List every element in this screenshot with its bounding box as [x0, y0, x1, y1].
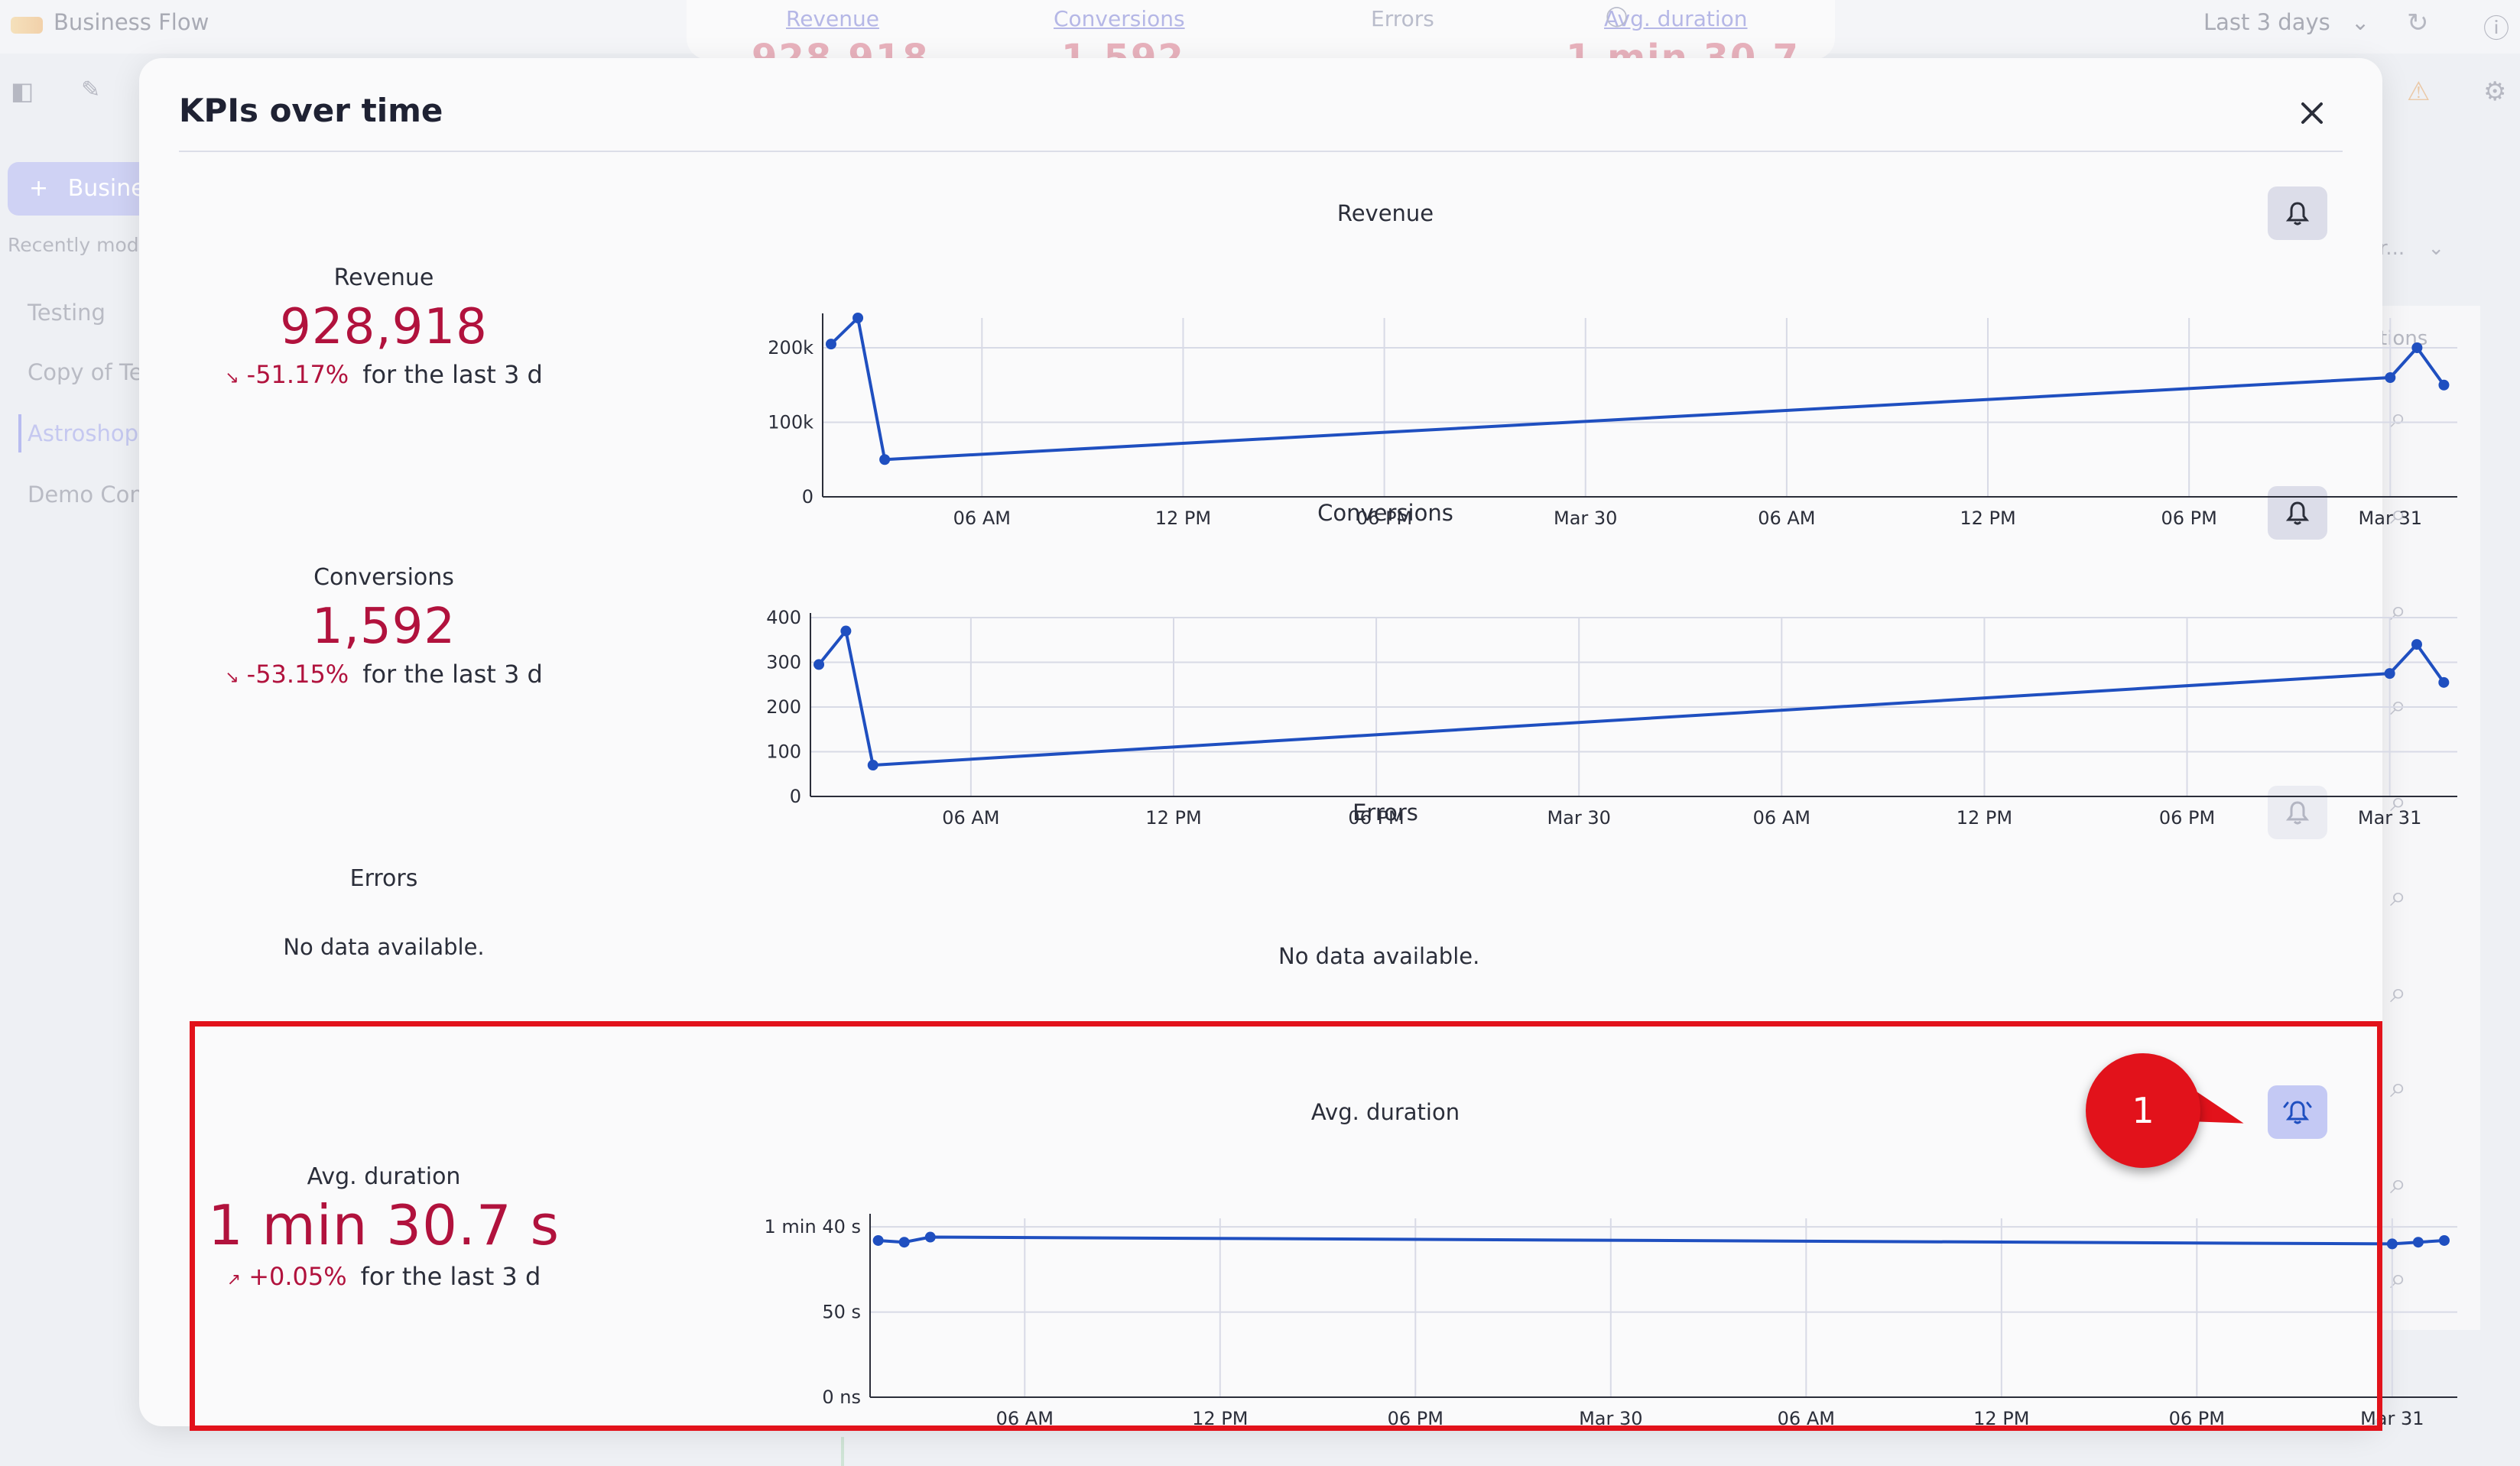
x-tick-label: 12 PM	[1155, 508, 1211, 529]
data-point[interactable]	[2412, 1237, 2424, 1248]
data-point[interactable]	[852, 313, 864, 323]
bell-icon	[2285, 202, 2310, 225]
top-kpi-errors-label[interactable]: Errors	[1371, 6, 1434, 31]
search-icon[interactable]: ⌕	[2390, 1070, 2406, 1104]
arrow-down-right-icon: ↘	[225, 368, 239, 388]
y-tick-label: 100	[766, 741, 801, 763]
errors-chart-no-data: No data available.	[1278, 943, 1480, 969]
kpi-value: 928,918	[280, 299, 488, 355]
kpi-value: 1,592	[311, 598, 456, 655]
edit-icon[interactable]: ✎	[81, 76, 100, 103]
y-tick-label: 300	[766, 652, 801, 673]
y-tick-label: 0	[802, 486, 813, 508]
kpi-change-suffix: for the last 3 d	[362, 360, 543, 389]
chart-title-revenue: Revenue	[1336, 200, 1434, 226]
data-point[interactable]	[2411, 342, 2423, 353]
gear-icon[interactable]: ⚙	[2483, 76, 2506, 107]
x-tick-label: 06 PM	[1356, 508, 1412, 529]
kpi-change: ↘ -51.17% for the last 3 d	[139, 360, 628, 389]
app-title: Business Flow	[54, 9, 209, 35]
x-tick-label: 06 AM	[1753, 807, 1810, 829]
search-icon[interactable]: ⌕	[2390, 879, 2406, 913]
data-point[interactable]	[867, 760, 878, 771]
y-tick-label: 400	[766, 607, 801, 628]
y-tick-label: 200k	[768, 337, 813, 358]
x-tick-label: 12 PM	[1960, 508, 2015, 529]
data-point[interactable]	[2438, 1234, 2450, 1246]
sidebar-item-demo[interactable]: Demo Cont	[28, 482, 152, 508]
top-kpi-revenue-label[interactable]: Revenue	[786, 6, 879, 31]
y-tick-label: 100k	[768, 412, 813, 433]
header-divider	[179, 151, 2343, 152]
x-tick-label: Mar 31	[2358, 807, 2421, 829]
y-tick-label: 0	[790, 786, 801, 807]
kpi-errors: Errors	[139, 865, 628, 892]
arrow-down-right-icon: ↘	[225, 668, 239, 687]
annotation-highlight-box	[190, 1021, 2382, 1431]
close-icon	[2301, 102, 2323, 124]
x-tick-label: 06 PM	[2161, 508, 2216, 529]
check-circle-icon: ◯	[1606, 5, 1629, 28]
kpi-name: Revenue	[333, 264, 434, 291]
data-point[interactable]	[825, 339, 836, 350]
data-point[interactable]	[2384, 668, 2395, 679]
kpi-change-percent: -53.15%	[246, 660, 349, 689]
close-button[interactable]	[2292, 93, 2332, 133]
data-point[interactable]	[2438, 676, 2450, 688]
kpi-name: Errors	[349, 865, 418, 892]
time-range-label: Last 3 days	[2203, 9, 2330, 35]
x-tick-label: 06 PM	[1348, 807, 1404, 829]
refresh-icon[interactable]: ↻	[2407, 8, 2429, 38]
x-tick-label: 06 AM	[942, 807, 999, 829]
sidebar-toggle-icon[interactable]: ◧	[11, 76, 34, 105]
plus-icon: +	[29, 175, 49, 202]
sidebar-item-testing[interactable]: Testing	[28, 300, 106, 326]
help-icon[interactable]: ⓘ	[2483, 8, 2509, 45]
data-point[interactable]	[2438, 379, 2450, 391]
data-point[interactable]	[2385, 372, 2396, 383]
sidebar-item-copy[interactable]: Copy of Te	[28, 359, 143, 385]
alert-button-revenue[interactable]	[2268, 186, 2327, 240]
warning-icon[interactable]: ⚠	[2407, 76, 2430, 107]
series-line	[830, 316, 2446, 462]
y-tick-label: 200	[766, 696, 801, 718]
kpi-errors-no-data: No data available.	[283, 934, 485, 960]
top-kpi-conversions-label[interactable]: Conversions	[1054, 6, 1185, 31]
new-business-flow-label: Busine	[67, 175, 145, 202]
kpi-change: ↘ -53.15% for the last 3 d	[139, 660, 628, 689]
kpi-change-suffix: for the last 3 d	[362, 660, 543, 689]
time-range-select[interactable]: Last 3 days ⌄	[2203, 9, 2369, 35]
data-point[interactable]	[840, 625, 852, 637]
annotation-callout: 1	[2086, 1053, 2200, 1168]
app-logo	[11, 17, 43, 34]
data-point[interactable]	[813, 659, 825, 670]
x-tick-label: 06 AM	[1758, 508, 1815, 529]
kpi-conversions: Conversions 1,592 ↘ -53.15% for the last 3…	[139, 564, 628, 689]
data-point[interactable]	[2411, 639, 2422, 650]
x-tick-label: 12 PM	[1145, 807, 1201, 829]
recently-modified-label: Recently modif	[8, 234, 151, 256]
x-tick-label: Mar 30	[1554, 508, 1617, 529]
sidebar-active-indicator	[18, 414, 21, 452]
data-point[interactable]	[2386, 1238, 2398, 1250]
x-tick-label: Mar 31	[2359, 508, 2422, 529]
revenue-chart: 06 AM 12 PM 06 PM Mar 30 06 AM 12 PM 06 PM Mar …	[768, 313, 2457, 529]
kpi-revenue: Revenue 928,918 ↘ -51.17% for the last 3 d	[139, 264, 628, 389]
x-tick-label: 12 PM	[1957, 807, 2012, 829]
x-tick-label: Mar 30	[1547, 807, 1610, 829]
conversions-chart: 06 AM 12 PM 06 PM Mar 30 06 AM 12 PM 06 PM Mar …	[766, 607, 2457, 829]
x-tick-label: 06 AM	[953, 508, 1011, 529]
kpi-name: Conversions	[313, 564, 454, 591]
series-line	[817, 629, 2445, 767]
chevron-down-icon: ⌄	[2350, 9, 2370, 35]
data-point[interactable]	[879, 454, 891, 465]
x-tick-label: 06 PM	[2159, 807, 2215, 829]
modal-title: KPIs over time	[179, 92, 443, 129]
kpi-change-percent: -51.17%	[246, 360, 349, 389]
new-business-flow-button[interactable]: + Busine	[8, 162, 161, 216]
sidebar-item-astroshop[interactable]: Astroshop	[28, 420, 138, 446]
annotation-callout-number: 1	[2132, 1090, 2155, 1131]
search-icon[interactable]: ⌕	[2390, 975, 2406, 1010]
top-kpi-strip: Revenue Conversions Errors Avg. duration…	[687, 0, 1835, 122]
